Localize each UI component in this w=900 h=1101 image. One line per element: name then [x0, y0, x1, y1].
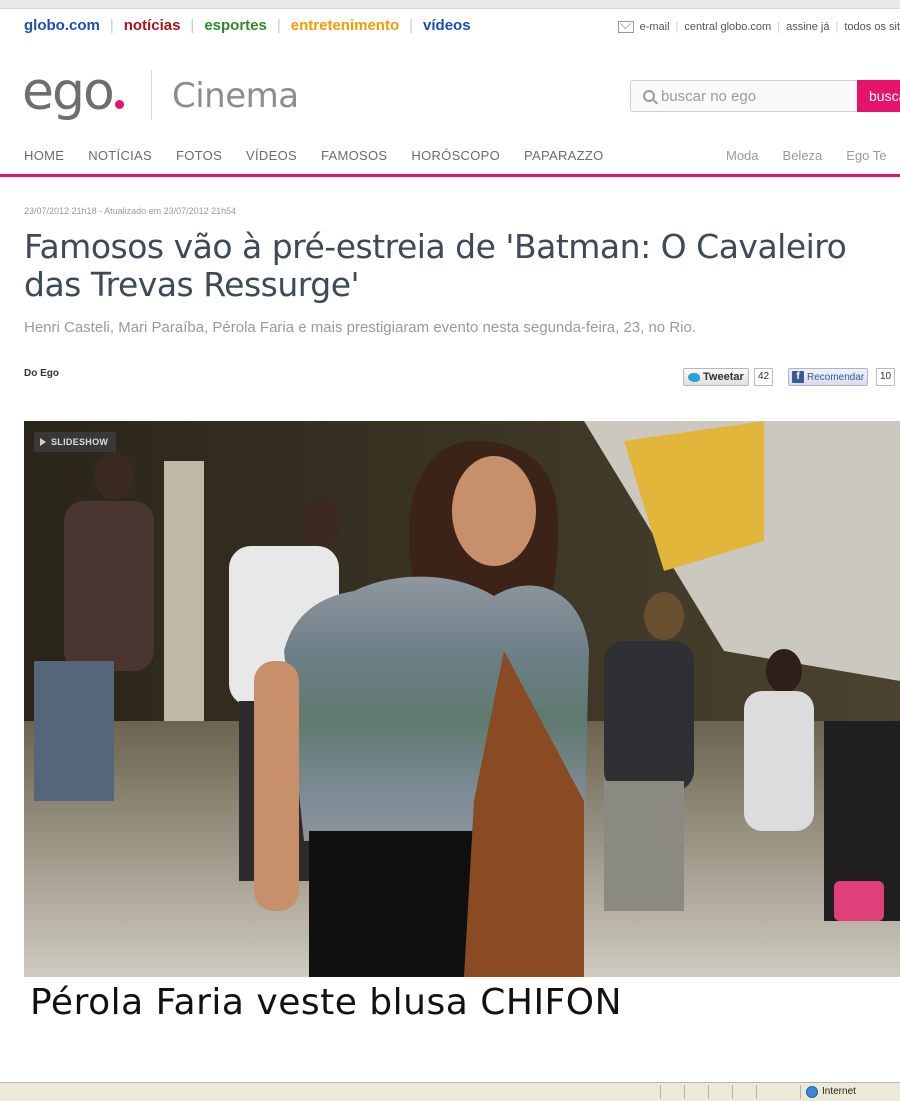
article-dateline: 23/07/2012 21h18 - Atualizado em 23/07/2… — [24, 206, 237, 216]
browser-top-strip — [0, 0, 900, 9]
status-divider — [756, 1085, 757, 1099]
globo-account-links: e-mail | central globo.com | assine já |… — [617, 21, 900, 33]
status-divider — [708, 1085, 709, 1099]
tweet-count: 42 — [754, 368, 774, 386]
globo-portal-links: globo.com | notícias | esportes | entret… — [24, 17, 471, 34]
search-input[interactable] — [659, 87, 853, 106]
search-button[interactable]: busca — [857, 80, 900, 112]
slideshow-label: SLIDESHOW — [51, 437, 109, 447]
nav-item-horoscopo[interactable]: HORÓSCOPO — [411, 148, 500, 163]
nav-secondary: Moda Beleza Ego Te — [726, 148, 887, 163]
browser-status-bar: Internet — [0, 1082, 900, 1101]
recommend-label: Recomendar — [807, 371, 865, 383]
central-globo-link[interactable]: central globo.com — [684, 21, 771, 33]
nav-item-home[interactable]: HOME — [24, 148, 64, 163]
logo-dot — [114, 100, 124, 109]
globe-icon — [806, 1086, 818, 1098]
todos-os-sites-link[interactable]: todos os sit — [844, 21, 900, 33]
separator: | — [777, 21, 781, 33]
nav-item-famosos[interactable]: FAMOSOS — [321, 148, 387, 163]
separator: | — [276, 17, 281, 34]
twitter-bird-icon — [688, 372, 700, 382]
status-divider — [732, 1085, 733, 1099]
separator: | — [409, 17, 414, 34]
search-icon — [643, 90, 655, 102]
photo-caption: Pérola Faria veste blusa CHIFON — [30, 982, 623, 1023]
nav-item-noticias[interactable]: NOTÍCIAS — [88, 148, 152, 163]
email-link[interactable]: e-mail — [640, 21, 670, 33]
facebook-recommend-button[interactable]: f Recomendar — [788, 368, 869, 386]
tweet-label: Tweetar — [703, 371, 744, 383]
facebook-icon: f — [792, 371, 804, 383]
article-photo[interactable] — [24, 421, 900, 977]
article-subtitle: Henri Casteli, Mari Paraíba, Pérola Fari… — [24, 319, 696, 336]
security-zone-label: Internet — [822, 1086, 856, 1097]
nav-item-moda[interactable]: Moda — [726, 148, 759, 163]
nav-item-ego-teen[interactable]: Ego Te — [846, 148, 886, 163]
globo-bar: globo.com | notícias | esportes | entret… — [0, 9, 900, 45]
slideshow-badge[interactable]: SLIDESHOW — [34, 432, 117, 452]
ego-header: ego Cinema busca — [0, 50, 900, 130]
status-divider — [684, 1085, 685, 1099]
status-divider — [660, 1085, 661, 1099]
play-icon — [40, 438, 46, 446]
nav-item-paparazzo[interactable]: PAPARAZZO — [524, 148, 604, 163]
nav-item-fotos[interactable]: FOTOS — [176, 148, 222, 163]
article-headline: Famosos vão à pré-estreia de 'Batman: O … — [24, 227, 847, 304]
assine-link[interactable]: assine já — [786, 21, 829, 33]
noticias-link[interactable]: notícias — [124, 17, 181, 34]
separator: | — [675, 21, 679, 33]
nav-primary: HOME NOTÍCIAS FOTOS VÍDEOS FAMOSOS HORÓS… — [24, 148, 604, 163]
separator: | — [835, 21, 839, 33]
esportes-link[interactable]: esportes — [204, 17, 267, 34]
entretenimento-link[interactable]: entretenimento — [291, 17, 399, 34]
nav-underline — [0, 174, 900, 177]
nav-item-beleza[interactable]: Beleza — [783, 148, 823, 163]
nav-item-videos[interactable]: VÍDEOS — [246, 148, 297, 163]
separator: | — [190, 17, 195, 34]
mail-icon — [617, 21, 634, 33]
header-divider — [151, 70, 152, 120]
recommend-count: 10 — [876, 368, 896, 386]
globo-home-link[interactable]: globo.com — [24, 17, 100, 34]
article-byline: Do Ego — [24, 368, 59, 379]
tweet-button[interactable]: Tweetar — [683, 368, 749, 386]
main-nav: HOME NOTÍCIAS FOTOS VÍDEOS FAMOSOS HORÓS… — [0, 140, 900, 174]
photo-scene — [24, 421, 900, 977]
ego-logo[interactable]: ego — [22, 62, 124, 122]
section-title: Cinema — [172, 76, 299, 116]
status-divider — [800, 1085, 801, 1099]
separator: | — [109, 17, 114, 34]
search-box — [630, 80, 858, 112]
videos-link[interactable]: vídeos — [423, 17, 471, 34]
ego-logo-text: ego — [22, 62, 115, 122]
